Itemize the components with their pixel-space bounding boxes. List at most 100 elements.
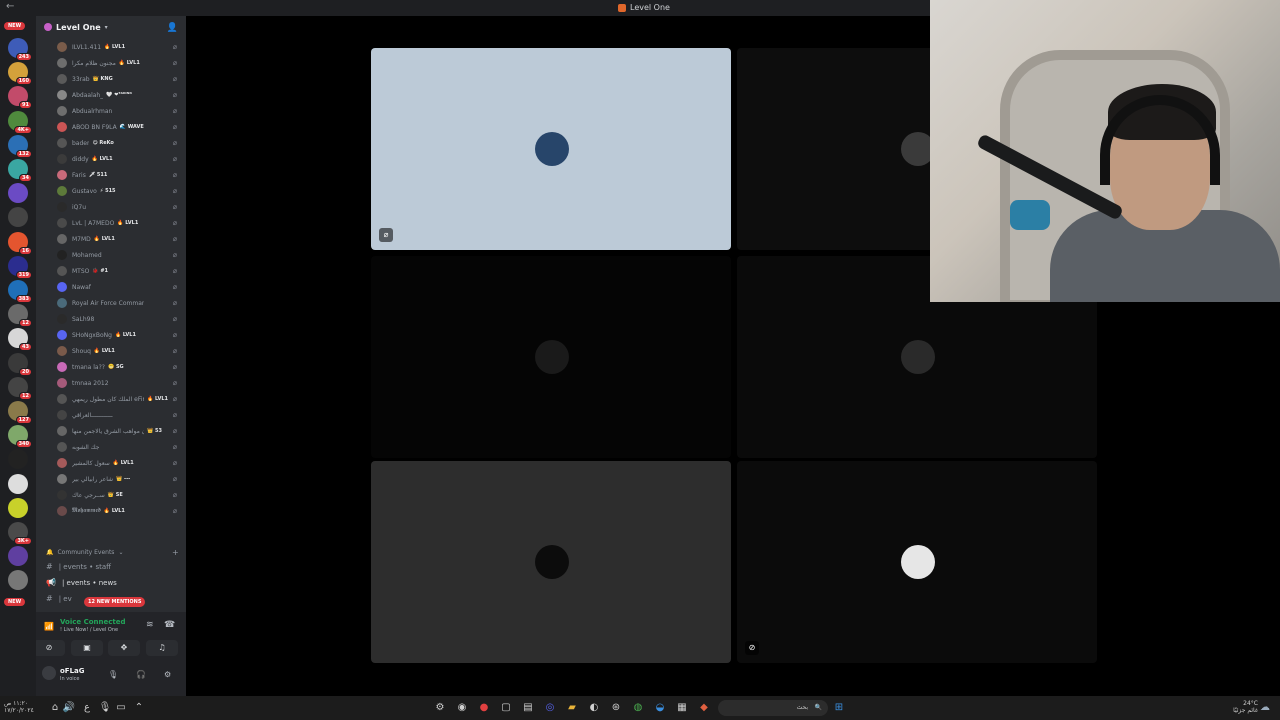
server-icon[interactable] xyxy=(8,449,28,470)
app-icon[interactable]: ◆ xyxy=(697,701,711,715)
server-icon[interactable]: 12 xyxy=(8,304,32,328)
chrome-icon[interactable]: ◍ xyxy=(631,701,645,715)
video-tile[interactable] xyxy=(371,461,731,663)
server-icon[interactable] xyxy=(8,473,28,494)
network-icon[interactable]: ⌂ xyxy=(48,701,62,715)
soundboard-button[interactable]: ♫ xyxy=(146,640,178,656)
username[interactable]: oFLaG xyxy=(60,667,85,675)
volume-icon[interactable]: 🔊 xyxy=(62,701,76,715)
server-icon[interactable] xyxy=(8,183,28,204)
server-icon[interactable]: 91 xyxy=(8,86,32,110)
list-item[interactable]: tmana la?? 😬 SG ⌀ xyxy=(57,360,183,374)
app-icon[interactable]: ▢ xyxy=(499,701,513,715)
list-item[interactable]: الملك كان مطول ريمهي eFiras🔥 LVL1 ⌀ xyxy=(57,392,183,406)
server-icon[interactable]: 20 xyxy=(8,352,32,376)
new-badge-bottom[interactable]: NEW xyxy=(4,598,26,606)
list-item[interactable]: SaLh98 ⌀ xyxy=(57,312,183,326)
server-icon[interactable]: 383 xyxy=(8,280,32,303)
list-item[interactable]: bader 😋 ReKo ⌀ xyxy=(57,136,183,150)
disconnect-icon[interactable]: ☎ xyxy=(164,620,175,630)
list-item[interactable]: 𝕸𝖔𝖍𝖆𝖒𝖒𝖊𝖉 🔥 LVL1 ⌀ xyxy=(57,504,183,518)
list-item[interactable]: Gustavo ⚡ 515 ⌀ xyxy=(57,184,183,198)
server-icon[interactable]: 4K+ xyxy=(8,110,32,134)
mic-icon[interactable]: 🎙 xyxy=(108,670,118,679)
app-icon[interactable]: ◐ xyxy=(587,701,601,715)
server-icon[interactable]: 34 xyxy=(8,159,32,182)
edge-icon[interactable]: ◒ xyxy=(653,701,667,715)
server-icon[interactable]: 12 xyxy=(8,376,32,400)
server-icon[interactable]: 43 xyxy=(8,328,32,352)
list-item[interactable]: ABOD BN F9LA 🌊 WAVE ⌀ xyxy=(57,120,183,134)
server-icon[interactable]: 3K+ xyxy=(8,522,32,545)
battery-icon[interactable]: ▭ xyxy=(114,701,128,715)
video-tile[interactable]: ⊘ xyxy=(737,461,1097,663)
server-icon[interactable] xyxy=(8,546,28,567)
obs-icon[interactable]: ◉ xyxy=(455,701,469,715)
list-item[interactable]: M7MD 🔥 LVL1 ⌀ xyxy=(57,232,183,246)
video-tile[interactable] xyxy=(371,256,731,458)
language-icon[interactable]: ع xyxy=(80,701,94,715)
guild-header[interactable]: Level One ▾ 👤 xyxy=(36,16,186,38)
server-icon[interactable] xyxy=(8,570,28,591)
tray-overflow-icon[interactable]: ⌃ xyxy=(132,701,146,715)
list-item[interactable]: ــــــــــــالعراقي ⌀ xyxy=(57,408,183,422)
noise-suppression-icon[interactable]: ≋ xyxy=(146,620,154,630)
server-icon[interactable]: 160 xyxy=(8,62,32,86)
list-item[interactable]: مجنون ظلّام مكرا 🔥 LVL1 ⌀ xyxy=(57,56,183,70)
list-item[interactable]: SHoNgxBoNg 🔥 LVL1 ⌀ xyxy=(57,328,183,342)
server-icon[interactable] xyxy=(8,207,28,228)
activities-button[interactable]: ✥ xyxy=(108,640,140,656)
back-arrow-icon[interactable]: ← xyxy=(6,1,14,12)
video-tile[interactable]: ⌀ xyxy=(371,48,731,250)
server-icon[interactable]: 340 xyxy=(8,425,32,449)
voice-channel[interactable]: ! Live Now! / Level One xyxy=(60,627,118,633)
list-item[interactable]: diddy 🔥 LVL1 ⌀ xyxy=(57,152,183,166)
list-item[interactable]: جك الشوبه ⌀ xyxy=(57,440,183,454)
list-item[interactable]: 33rab 👑 KNG ⌀ xyxy=(57,72,183,86)
voice-status[interactable]: Voice Connected xyxy=(60,618,126,626)
list-item[interactable]: Faris 🗡 511 ⌀ xyxy=(57,168,183,182)
list-item[interactable]: MTSO 🐞 #1 ⌀ xyxy=(57,264,183,278)
list-item[interactable]: tmnaa 2012 ⌀ xyxy=(57,376,183,390)
list-item[interactable]: Nawaf ⌀ xyxy=(57,280,183,294)
app-icon[interactable]: ▤ xyxy=(521,701,535,715)
server-icon[interactable]: 127 xyxy=(8,401,32,424)
new-mentions-pill[interactable]: 12 NEW MENTIONS xyxy=(84,597,146,607)
windows-start-icon[interactable]: ⊞ xyxy=(832,701,846,715)
add-channel-icon[interactable]: + xyxy=(172,548,179,557)
settings-gear-icon[interactable]: ⚙ xyxy=(164,670,171,679)
camera-button[interactable]: ⊘ xyxy=(36,640,65,656)
list-item[interactable]: المجنون مواهب الشرق يالاجمن منها👑 53 ⌀ xyxy=(57,424,183,438)
list-item[interactable]: سعول كالمشير 🔥 LVL1 ⌀ xyxy=(57,456,183,470)
settings-icon[interactable]: ⚙ xyxy=(433,701,447,715)
list-item[interactable]: iQ7u ⌀ xyxy=(57,200,183,214)
list-item[interactable]: ILVL1.411 🔥 LVL1 ⌀ xyxy=(57,40,183,54)
channel-events-news[interactable]: 📢 | events • news xyxy=(46,578,117,587)
list-item[interactable]: Royal Air Force Commander ⌀ xyxy=(57,296,183,310)
record-icon[interactable]: ● xyxy=(477,701,491,715)
server-icon[interactable]: 243 xyxy=(8,38,32,61)
list-item[interactable]: ســرجي عاك 👑 SE ⌀ xyxy=(57,488,183,502)
discord-icon[interactable]: ◎ xyxy=(543,701,557,715)
category-community-events[interactable]: 🔔 Community Events ⌄ + xyxy=(46,548,179,557)
list-item[interactable]: Shouq 🔥 LVL1 ⌀ xyxy=(57,344,183,358)
store-icon[interactable]: ▦ xyxy=(675,701,689,715)
list-item[interactable]: Abdaalah_ 🤍 ❤︎ᵀᴬᴷᴵᴺᴳ ⌀ xyxy=(57,88,183,102)
channel-events-staff[interactable]: # | events • staff xyxy=(46,562,111,571)
clock[interactable]: ١١:٢٠ ص ١٧/٢٠/٢٠٢٤ xyxy=(4,700,34,714)
list-item[interactable]: LvL | A7MEDO 🔥 LVL1 ⌀ xyxy=(57,216,183,230)
server-icon[interactable]: 16 xyxy=(8,231,32,255)
folder-icon[interactable]: ▰ xyxy=(565,701,579,715)
headphones-icon[interactable]: 🎧 xyxy=(136,670,146,679)
add-user-icon[interactable]: 👤 xyxy=(167,23,178,33)
steam-icon[interactable]: ⊛ xyxy=(609,701,623,715)
screen-share-button[interactable]: ▣ xyxy=(71,640,103,656)
list-item[interactable]: شاعر رابيالي بير 👑 --- ⌀ xyxy=(57,472,183,486)
channel-events-other[interactable]: # | ev xyxy=(46,594,72,603)
server-icon[interactable]: 132 xyxy=(8,134,32,158)
search-input[interactable]: بحث 🔍 xyxy=(718,700,828,716)
new-badge-top[interactable]: NEW xyxy=(4,22,26,30)
server-icon[interactable] xyxy=(8,497,28,518)
server-icon[interactable]: 319 xyxy=(8,255,32,279)
weather-widget[interactable]: 24°C غائم جزئيًا xyxy=(1233,700,1258,714)
